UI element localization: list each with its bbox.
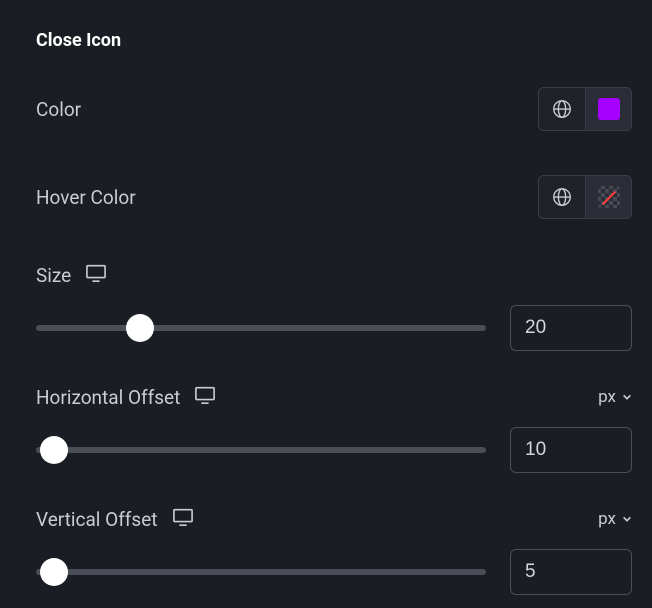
hover-color-row: Hover Color xyxy=(36,175,632,219)
responsive-icon[interactable] xyxy=(85,263,107,287)
color-control xyxy=(538,87,632,131)
size-slider[interactable] xyxy=(36,318,486,338)
h-offset-slider[interactable] xyxy=(36,440,486,460)
chevron-down-icon xyxy=(622,514,632,524)
v-offset-slider-row xyxy=(36,549,632,595)
section-title: Close Icon xyxy=(36,30,632,51)
globe-icon xyxy=(551,98,573,120)
h-offset-unit-select[interactable]: px xyxy=(598,387,632,407)
no-color-swatch xyxy=(598,186,620,208)
monitor-icon xyxy=(194,385,216,405)
v-offset-slider[interactable] xyxy=(36,562,486,582)
size-label: Size xyxy=(36,264,71,287)
responsive-icon[interactable] xyxy=(194,385,216,409)
size-slider-thumb[interactable] xyxy=(126,314,154,342)
h-offset-slider-thumb[interactable] xyxy=(40,436,68,464)
size-input[interactable] xyxy=(510,305,632,351)
v-offset-label-row: Vertical Offset px xyxy=(36,507,632,531)
monitor-icon xyxy=(85,263,107,283)
global-color-button[interactable] xyxy=(539,88,585,130)
monitor-icon xyxy=(172,507,194,527)
color-label: Color xyxy=(36,98,81,121)
h-offset-label: Horizontal Offset xyxy=(36,386,180,409)
responsive-icon[interactable] xyxy=(172,507,194,531)
color-swatch-button[interactable] xyxy=(585,88,631,130)
size-slider-row xyxy=(36,305,632,351)
hover-color-label: Hover Color xyxy=(36,186,136,209)
h-offset-slider-row xyxy=(36,427,632,473)
hover-color-control xyxy=(538,175,632,219)
hover-color-swatch-button[interactable] xyxy=(585,176,631,218)
chevron-down-icon xyxy=(622,392,632,402)
global-hover-color-button[interactable] xyxy=(539,176,585,218)
v-offset-input[interactable] xyxy=(510,549,632,595)
unit-label: px xyxy=(598,509,616,529)
globe-icon xyxy=(551,186,573,208)
h-offset-label-row: Horizontal Offset px xyxy=(36,385,632,409)
v-offset-slider-thumb[interactable] xyxy=(40,558,68,586)
color-swatch xyxy=(598,98,620,120)
v-offset-unit-select[interactable]: px xyxy=(598,509,632,529)
unit-label: px xyxy=(598,387,616,407)
h-offset-input[interactable] xyxy=(510,427,632,473)
color-row: Color xyxy=(36,87,632,131)
size-label-row: Size xyxy=(36,263,632,287)
v-offset-label: Vertical Offset xyxy=(36,508,158,531)
